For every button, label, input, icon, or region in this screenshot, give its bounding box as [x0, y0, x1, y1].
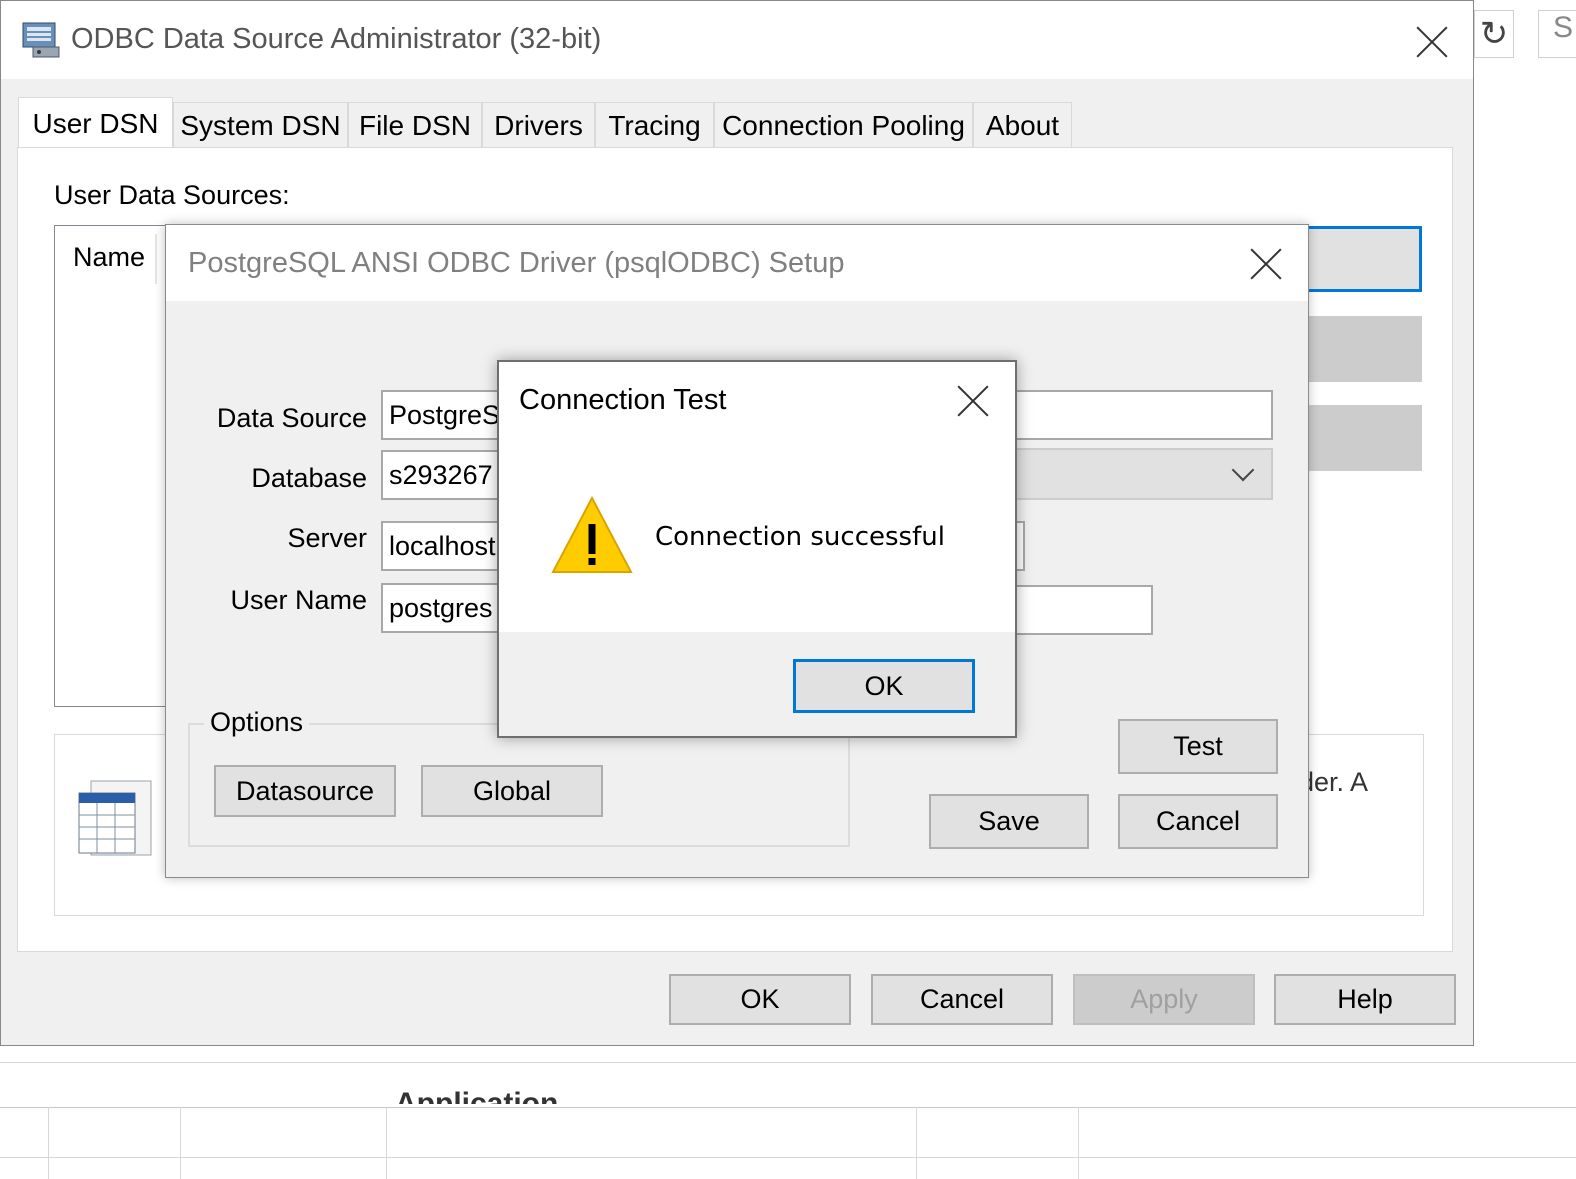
tab-user-dsn[interactable]: User DSN — [18, 97, 173, 149]
column-divider — [155, 234, 157, 284]
user-name-label: User Name — [230, 585, 367, 615]
background-table: Application — [0, 1062, 1576, 1179]
setup-cancel-button[interactable]: Cancel — [1118, 794, 1278, 849]
datasource-button[interactable]: Datasource — [214, 765, 396, 817]
setup-title-bar: PostgreSQL ANSI ODBC Driver (psqlODBC) S… — [166, 225, 1308, 301]
col-divider — [916, 1107, 917, 1179]
background-refresh-button[interactable]: ↻ — [1474, 10, 1514, 58]
data-source-label: Data Source — [216, 403, 367, 433]
column-header-name[interactable]: Name — [73, 242, 145, 273]
help-button[interactable]: Help — [1274, 974, 1456, 1025]
apply-button[interactable]: Apply — [1073, 974, 1255, 1025]
message-text: Connection successful — [655, 522, 945, 552]
user-data-sources-label: User Data Sources: — [54, 180, 290, 210]
background-search-box[interactable]: S — [1538, 10, 1576, 58]
options-label: Options — [204, 707, 310, 738]
save-button[interactable]: Save — [929, 794, 1089, 849]
tab-about[interactable]: About — [973, 102, 1072, 148]
message-box-title: Connection Test — [519, 384, 727, 416]
close-icon[interactable] — [1249, 247, 1283, 281]
background-window-right-edge — [1474, 0, 1576, 1060]
warning-icon — [551, 494, 633, 576]
window-title: ODBC Data Source Administrator (32-bit) — [71, 23, 602, 55]
background-header-text: Application — [395, 1087, 559, 1120]
background-table-header — [0, 1107, 1576, 1108]
title-bar: ODBC Data Source Administrator (32-bit) — [1, 1, 1473, 79]
odbc-app-icon — [21, 21, 61, 59]
test-button[interactable]: Test — [1118, 719, 1278, 774]
info-text: der. A — [1299, 767, 1369, 797]
tab-tracing[interactable]: Tracing — [595, 102, 714, 148]
background-table-rowline — [0, 1157, 1576, 1158]
col-divider — [180, 1107, 181, 1179]
info-icon — [77, 775, 157, 859]
tab-file-dsn[interactable]: File DSN — [348, 102, 482, 148]
setup-dialog-title: PostgreSQL ANSI ODBC Driver (psqlODBC) S… — [188, 247, 845, 279]
database-label: Database — [251, 463, 367, 493]
ok-button[interactable]: OK — [669, 974, 851, 1025]
tab-drivers[interactable]: Drivers — [482, 102, 595, 148]
tab-connection-pooling[interactable]: Connection Pooling — [714, 102, 973, 148]
col-divider — [1078, 1107, 1079, 1179]
message-ok-button[interactable]: OK — [793, 659, 975, 713]
close-icon[interactable] — [1415, 25, 1449, 59]
password-input[interactable] — [1011, 585, 1153, 635]
global-button[interactable]: Global — [421, 765, 603, 817]
ssl-mode-select[interactable] — [1011, 448, 1273, 500]
server-label: Server — [287, 523, 367, 553]
close-icon[interactable] — [956, 384, 990, 418]
chevron-down-icon — [1231, 458, 1255, 482]
connection-test-dialog: Connection Test Connection successful OK — [497, 360, 1017, 738]
col-divider — [48, 1107, 49, 1179]
cancel-button[interactable]: Cancel — [871, 974, 1053, 1025]
col-divider — [386, 1107, 387, 1179]
tab-system-dsn[interactable]: System DSN — [173, 102, 348, 148]
